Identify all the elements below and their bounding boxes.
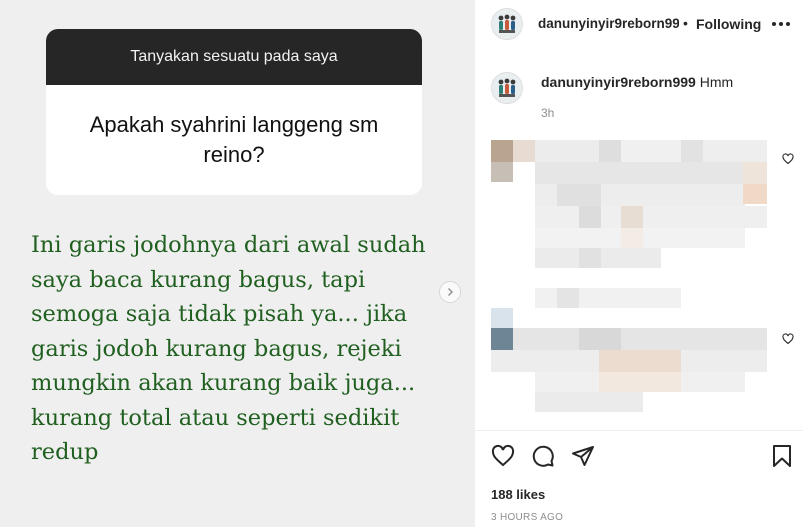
- heart-icon[interactable]: [491, 444, 515, 468]
- blurred-comment: [491, 288, 771, 414]
- avatar-figures-icon: [492, 9, 522, 39]
- likes-count[interactable]: 188 likes: [491, 487, 545, 502]
- answer-line: redup: [31, 439, 99, 465]
- bookmark-icon[interactable]: [771, 444, 793, 468]
- post-header: danunyinyir9reborn999 • Following: [475, 0, 803, 48]
- answer-line: garis jodoh kurang bagus, rejeki: [31, 335, 402, 362]
- post-side-panel: danunyinyir9reborn999 • Following danuny…: [474, 0, 803, 527]
- header-username[interactable]: danunyinyir9reborn999: [538, 16, 679, 31]
- answer-line: semoga saja tidak pisah ya... jika: [31, 301, 408, 327]
- caption-timestamp: 3h: [541, 106, 555, 120]
- next-arrow-icon: [448, 288, 453, 296]
- action-bar: [475, 440, 803, 476]
- comment-like-icon[interactable]: [782, 153, 794, 165]
- answer-line: saya baca kurang bagus, tapi: [31, 266, 366, 293]
- share-icon[interactable]: [571, 444, 595, 468]
- caption-text: Hmm: [699, 74, 734, 90]
- question-sticker-header: Tanyakan sesuatu pada saya: [46, 29, 422, 85]
- following-button[interactable]: Following: [696, 16, 761, 32]
- answer-text: Ini garis jodohnya dari awal sudah saya …: [31, 228, 461, 470]
- caption: danunyinyir9reborn999 Hmm: [541, 74, 733, 90]
- avatar-figures-icon: [492, 73, 522, 103]
- post-timestamp: 3 HOURS AGO: [491, 512, 564, 523]
- answer-line: mungkin akan kurang baik juga...: [31, 370, 416, 396]
- comment-icon[interactable]: [531, 444, 555, 468]
- divider: [475, 430, 803, 431]
- answer-line: Ini garis jodohnya dari awal sudah: [31, 232, 426, 258]
- post-image[interactable]: Tanyakan sesuatu pada saya Apakah syahri…: [0, 0, 474, 527]
- question-sticker: Tanyakan sesuatu pada saya Apakah syahri…: [46, 29, 422, 195]
- caption-username[interactable]: danunyinyir9reborn999: [541, 74, 696, 90]
- comment-like-icon[interactable]: [782, 333, 794, 345]
- blurred-comment: [491, 140, 771, 270]
- answer-line: kurang total atau seperti sedikit: [31, 404, 400, 431]
- avatar[interactable]: [491, 8, 523, 40]
- question-sticker-text: Apakah syahrini langgeng sm reino?: [89, 112, 379, 167]
- header-separator: •: [683, 15, 688, 31]
- next-image-button[interactable]: [439, 281, 461, 303]
- caption-avatar[interactable]: [491, 72, 523, 104]
- more-options-icon[interactable]: [772, 22, 790, 26]
